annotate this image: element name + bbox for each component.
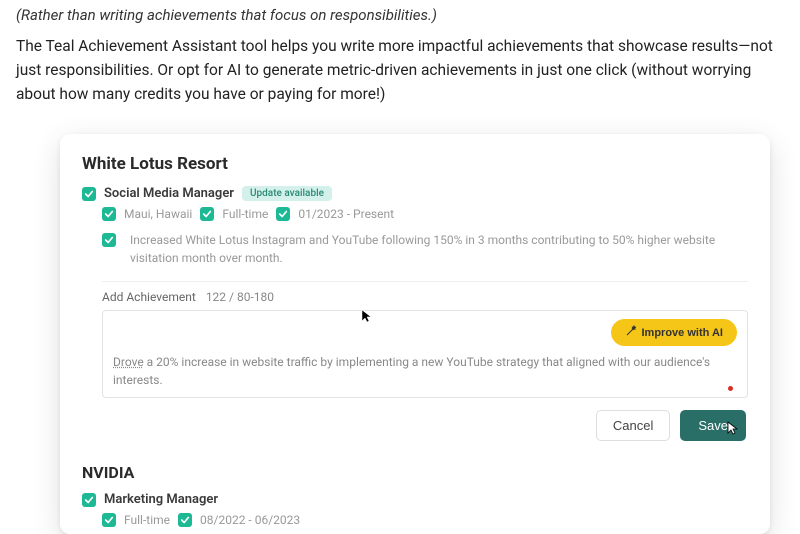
save-button[interactable]: Save bbox=[680, 410, 746, 441]
resume-panel: White Lotus Resort Social Media Manager … bbox=[60, 134, 770, 534]
intro-description: The Teal Achievement Assistant tool help… bbox=[16, 34, 784, 106]
company-title: White Lotus Resort bbox=[82, 154, 748, 174]
checkbox-icon[interactable] bbox=[102, 207, 116, 221]
checkbox-icon[interactable] bbox=[200, 207, 214, 221]
checkbox-icon[interactable] bbox=[178, 513, 192, 527]
job-type: Full-time bbox=[222, 207, 268, 221]
company-title-2: NVIDIA bbox=[82, 463, 748, 482]
checkbox-icon[interactable] bbox=[82, 493, 96, 507]
cancel-button[interactable]: Cancel bbox=[596, 410, 670, 441]
char-count: 122 / 80-180 bbox=[206, 290, 274, 304]
achievement-editor[interactable]: Improve with AI Drove a 20% increase in … bbox=[102, 310, 748, 398]
checkbox-icon[interactable] bbox=[102, 233, 116, 247]
update-badge[interactable]: Update available bbox=[242, 186, 332, 201]
improve-with-ai-button[interactable]: Improve with AI bbox=[611, 319, 738, 346]
error-indicator-icon bbox=[728, 386, 733, 391]
job-type-2: Full-time bbox=[124, 513, 170, 527]
intro-caption: (Rather than writing achievements that f… bbox=[16, 6, 784, 24]
checkbox-icon[interactable] bbox=[276, 207, 290, 221]
checkbox-icon[interactable] bbox=[82, 187, 96, 201]
cursor-icon bbox=[726, 420, 742, 439]
divider bbox=[102, 281, 748, 282]
magic-wand-icon bbox=[625, 325, 637, 340]
job-title-2: Marketing Manager bbox=[104, 492, 218, 507]
add-achievement-label: Add Achievement bbox=[102, 290, 196, 304]
job-location: Maui, Hawaii bbox=[124, 207, 192, 221]
job-dates: 01/2023 - Present bbox=[298, 207, 394, 221]
job-title: Social Media Manager bbox=[104, 186, 234, 201]
checkbox-icon[interactable] bbox=[102, 513, 116, 527]
achievement-existing: Increased White Lotus Instagram and YouT… bbox=[130, 231, 748, 267]
improve-label: Improve with AI bbox=[642, 327, 724, 339]
editor-text-content[interactable]: Drove a 20% increase in website traffic … bbox=[113, 353, 737, 389]
job-dates-2: 08/2022 - 06/2023 bbox=[200, 513, 300, 527]
